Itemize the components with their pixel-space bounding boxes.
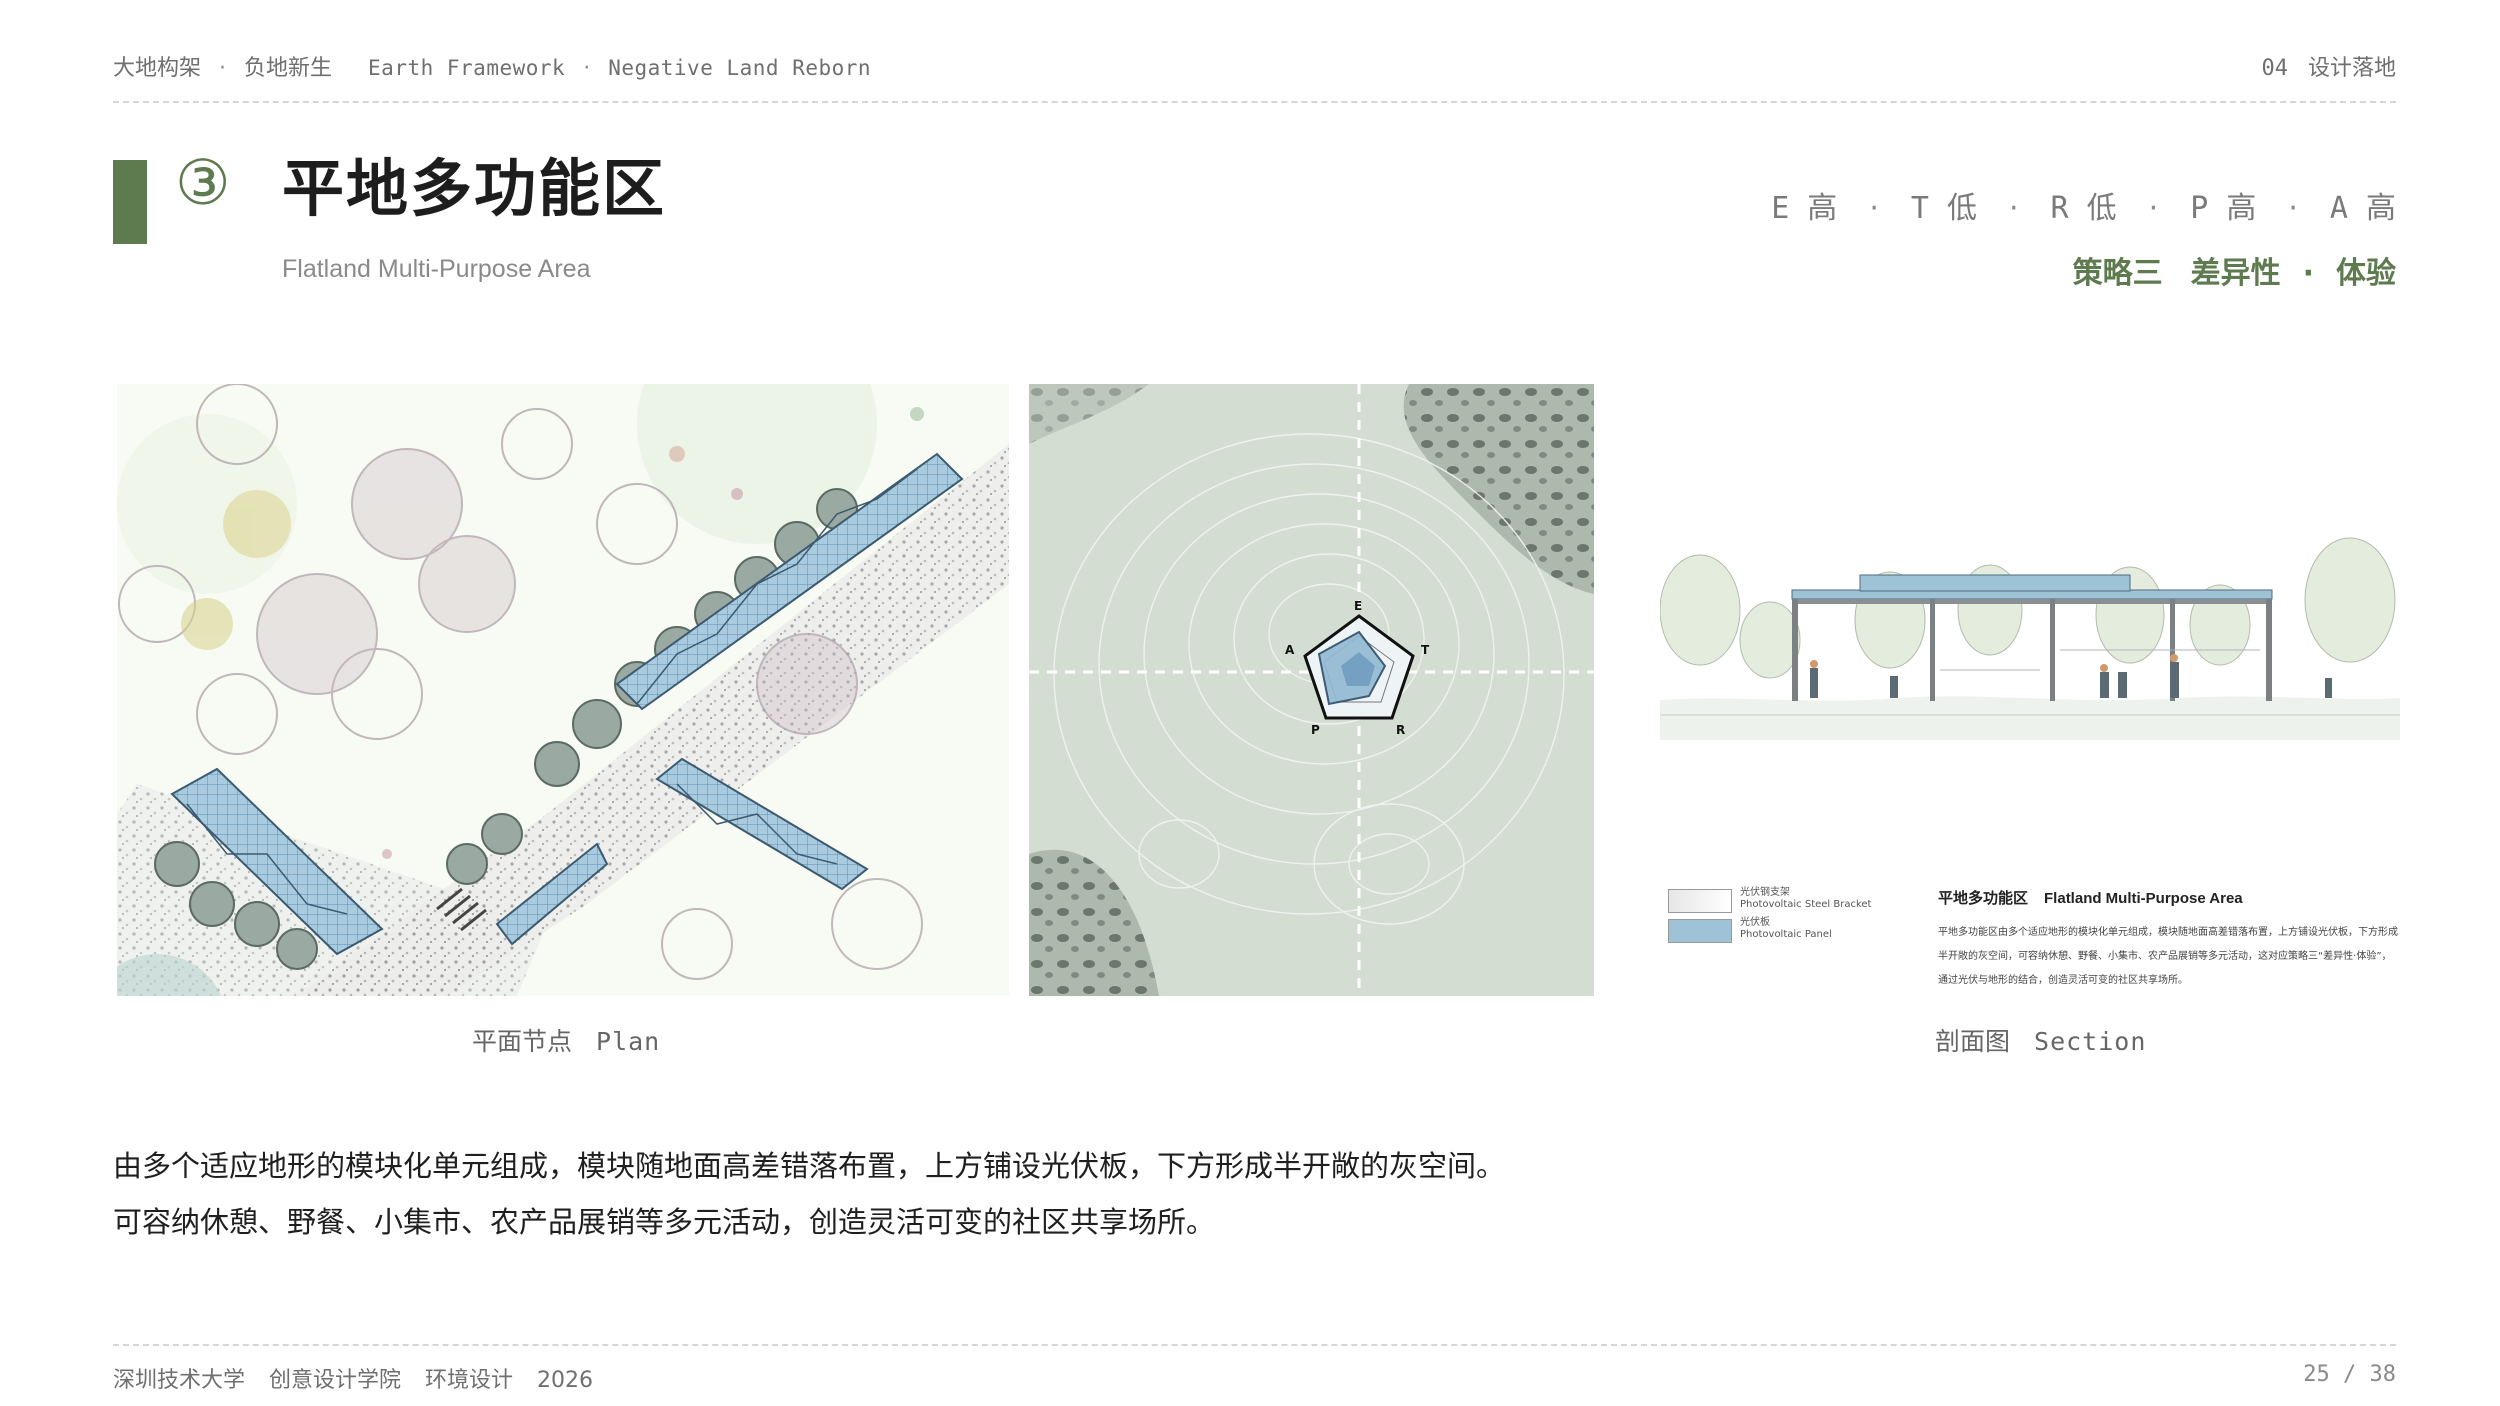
page-subtitle: Flatland Multi-Purpose Area [282,255,591,283]
description-text: 由多个适应地形的模块化单元组成，模块随地面高差错落布置，上方铺设光伏板，下方形成… [113,1138,1505,1250]
metric-separator: · [2288,191,2298,226]
project-cn-1: 大地构架 [113,56,202,81]
legend-item-bracket: 光伏钢支架 Photovoltaic Steel Bracket [1668,887,1871,913]
footer-year: 2026 [537,1368,594,1393]
legend-bracket-en: Photovoltaic Steel Bracket [1740,899,1872,910]
project-en-1: Earth Framework [368,56,566,80]
legend-panel-en: Photovoltaic Panel [1740,929,1832,940]
section-number: ③ [175,146,231,219]
strategy-name: 差异性 [2190,256,2281,291]
strategy-label: 策略三 差异性 · 体验 [2073,248,2396,292]
plan-caption-cn: 平面节点 [472,1027,573,1056]
legend-description: 平地多功能区由多个适应地形的模块化单元组成，模块随地面高差错落布置，上方铺设光伏… [1938,927,2398,986]
header-project: 大地构架 · 负地新生 Earth Framework · Negative Land R… [113,50,871,82]
radar-axis-a: A [1285,643,1295,657]
legend-panel-cn: 光伏板 [1740,917,1770,928]
page-number: 25 / 38 [2303,1362,2396,1387]
plan-drawing [117,384,1009,996]
plan-image [117,384,1009,996]
description-line-2: 可容纳休憩、野餐、小集市、农产品展销等多元活动，创造灵活可变的社区共享场所。 [113,1205,1216,1239]
metric-ratings: E 高 · T 低 · R 低 · P 高 · A 高 [1771,183,2396,227]
strategy-focus: 体验 [2336,256,2396,291]
header-divider [113,101,2396,103]
topography-image: E T R P A [1029,384,1594,996]
radar-axis-p: P [1311,723,1320,737]
strategy-separator: · [2302,256,2314,291]
section-caption-cn: 剖面图 [1935,1027,2011,1056]
metric-a: A 高 [2329,191,2396,226]
radar-axis-e: E [1354,599,1362,613]
title-accent-bar [113,160,147,244]
radar-axis-t: T [1421,643,1430,657]
section-caption-en: Section [2034,1027,2147,1056]
panel-swatch [1668,919,1732,943]
strategy-number: 策略三 [2072,256,2163,291]
page-title: 平地多功能区 [282,152,667,225]
section-drawing [1660,410,2400,740]
project-en-2: Negative Land Reborn [608,56,872,80]
section-image [1660,410,2400,740]
plan-caption-en: Plan [596,1027,661,1056]
footer-major: 环境设计 [425,1368,514,1393]
legend-title-en: Flatland Multi-Purpose Area [2044,890,2243,907]
metric-t: T 低 [1910,191,1977,226]
legend-title-cn: 平地多功能区 [1938,889,2029,907]
section-caption: 剖面图 Section [1935,1022,2146,1058]
project-cn-2: 负地新生 [244,56,333,81]
footer-college: 创意设计学院 [269,1368,402,1393]
metric-e: E 高 [1771,191,1838,226]
chapter-title: 设计落地 [2307,56,2396,81]
footer-credits: 深圳技术大学 创意设计学院 环境设计 2026 [113,1362,593,1394]
metric-separator: · [2148,191,2159,226]
header-separator: · [219,56,227,81]
chapter-number: 04 [2261,56,2288,81]
metric-separator: · [1869,191,1879,226]
metric-r: R 低 [2050,191,2117,226]
plan-caption: 平面节点 Plan [472,1022,660,1058]
metric-separator: · [2008,191,2019,226]
legend-item-panel: 光伏板 Photovoltaic Panel [1668,917,1832,943]
description-line-1: 由多个适应地形的模块化单元组成，模块随地面高差错落布置，上方铺设光伏板，下方形成… [113,1149,1506,1183]
footer-divider [113,1344,2396,1346]
radar-axis-r: R [1396,723,1405,737]
bracket-swatch [1668,889,1732,913]
legend-bracket-cn: 光伏钢支架 [1740,887,1790,898]
metric-p: P 高 [2190,191,2257,226]
header-separator: · [583,56,591,81]
header-chapter: 04 设计落地 [2261,50,2396,82]
footer-school: 深圳技术大学 [113,1368,246,1393]
legend-title: 平地多功能区 Flatland Multi-Purpose Area [1938,887,2243,908]
topography-drawing: E T R P A [1029,384,1594,996]
